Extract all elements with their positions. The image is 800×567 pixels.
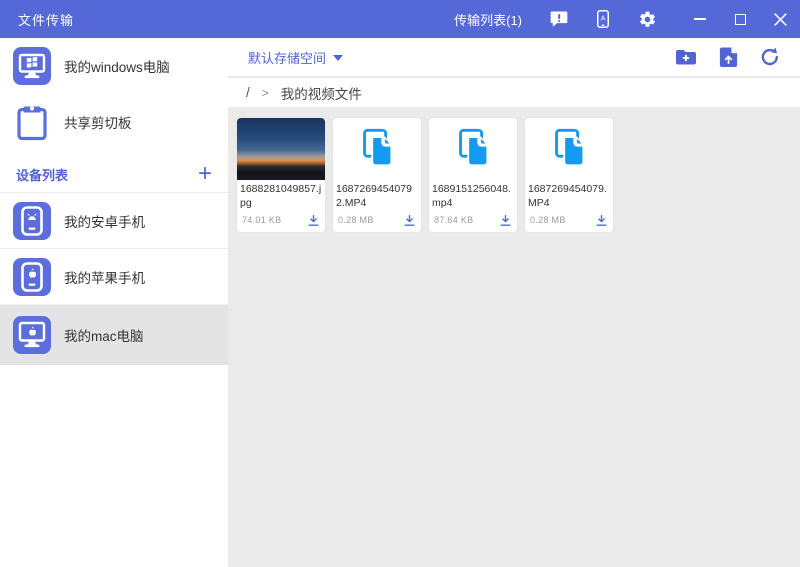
transfer-list-button[interactable]: 传输列表(1) [454,10,522,29]
maximize-icon [734,13,746,25]
video-file-icon [459,128,489,167]
mobile-device-icon[interactable]: A [592,8,614,30]
feedback-message-icon[interactable] [548,8,570,30]
toolbar-actions [674,45,782,69]
sidebar-item-label: 我的安卓手机 [64,214,145,230]
apple-phone-icon [13,257,51,296]
file-type-icon-area [429,118,517,180]
svg-text:A: A [601,15,606,23]
settings-gear-icon[interactable] [636,8,658,30]
file-grid: 1688281049857.jpg 74.01 KB 1687269454079… [237,118,791,232]
file-size: 0.28 MB [338,215,374,225]
download-icon [595,214,607,226]
refresh-button[interactable] [758,45,782,69]
file-name: 16872694540792.MP4 [336,183,412,209]
storage-space-label: 默认存储空间 [248,50,327,66]
download-icon [499,214,511,226]
file-browser-content: 1688281049857.jpg 74.01 KB 1687269454079… [228,107,800,567]
download-button[interactable] [402,213,416,227]
sidebar-item-my-iphone[interactable]: 我的苹果手机 [0,249,228,305]
video-file-icon [363,128,393,167]
sidebar-item-label: 我的windows电脑 [64,60,170,75]
storage-toolbar: 默认存储空间 [228,38,800,78]
upload-file-icon [719,46,737,67]
file-name: 1687269454079.MP4 [528,183,607,209]
sidebar-item-my-mac[interactable]: 我的mac电脑 [0,305,228,365]
download-icon [403,214,415,226]
sidebar-item-shared-clipboard[interactable]: 共享剪切板 [0,94,228,150]
app-window: 文件传输 传输列表(1) A 我的windows电脑 共享剪切板 设备列表 + … [0,0,800,567]
file-name: 1688281049857.jpg [240,183,322,209]
file-card[interactable]: 1688281049857.jpg 74.01 KB [237,118,325,232]
sidebar-item-label: 我的苹果手机 [64,270,145,286]
file-card-footer: 0.28 MB [333,213,421,232]
video-file-icon [555,128,585,167]
file-name: 1689151256048.mp4 [432,183,511,209]
mac-computer-icon [13,316,51,354]
windows-computer-icon [13,47,51,85]
breadcrumb-current-folder: 我的视频文件 [280,86,362,102]
file-type-icon-area [333,118,421,180]
maximize-button[interactable] [720,0,760,38]
android-phone-icon [13,201,51,240]
chevron-down-icon [333,54,344,61]
download-button[interactable] [498,213,512,227]
sidebar-empty-area [0,365,228,567]
file-card[interactable]: 1689151256048.mp4 87.64 KB [429,118,517,232]
breadcrumb: / > 我的视频文件 [228,78,800,107]
image-thumbnail [237,118,325,180]
file-card-footer: 87.64 KB [429,213,517,232]
sidebar-item-my-android-phone[interactable]: 我的安卓手机 [0,193,228,249]
window-body: 我的windows电脑 共享剪切板 设备列表 + 我的安卓手机 我的苹果手机 我… [0,38,800,567]
close-button[interactable] [760,0,800,38]
main-panel: 默认存储空间 / > 我的视频文件 1688281049857.jpg 74.0… [228,38,800,567]
file-card[interactable]: 1687269454079.MP4 0.28 MB [525,118,613,232]
sidebar-item-my-windows-pc[interactable]: 我的windows电脑 [0,38,228,94]
file-size: 74.01 KB [242,215,282,225]
device-list-title: 设备列表 [16,167,69,183]
breadcrumb-separator: > [261,85,269,100]
minimize-icon [694,18,706,20]
titlebar-actions: 传输列表(1) A [454,0,800,38]
sidebar-item-label: 共享剪切板 [64,116,132,131]
file-card-footer: 74.01 KB [237,213,325,232]
add-device-button[interactable]: + [198,162,212,186]
sidebar-item-label: 我的mac电脑 [64,329,144,344]
file-card-footer: 0.28 MB [525,213,613,232]
new-folder-icon [676,50,696,65]
download-button[interactable] [594,213,608,227]
close-icon [773,12,787,26]
file-type-icon-area [525,118,613,180]
download-button[interactable] [306,213,320,227]
refresh-icon [761,47,778,66]
upload-file-button[interactable] [716,45,740,69]
file-card[interactable]: 16872694540792.MP4 0.28 MB [333,118,421,232]
sidebar: 我的windows电脑 共享剪切板 设备列表 + 我的安卓手机 我的苹果手机 我… [0,38,228,567]
download-icon [307,214,319,226]
file-size: 0.28 MB [530,215,566,225]
breadcrumb-root[interactable]: / [246,85,250,100]
minimize-button[interactable] [680,0,720,38]
storage-space-dropdown[interactable]: 默认存储空间 [248,48,344,67]
clipboard-icon [17,106,47,141]
app-title: 文件传输 [18,12,75,28]
device-list-header: 设备列表 + [0,156,228,192]
new-folder-button[interactable] [674,45,698,69]
file-size: 87.64 KB [434,215,474,225]
titlebar: 文件传输 传输列表(1) A [0,0,800,38]
